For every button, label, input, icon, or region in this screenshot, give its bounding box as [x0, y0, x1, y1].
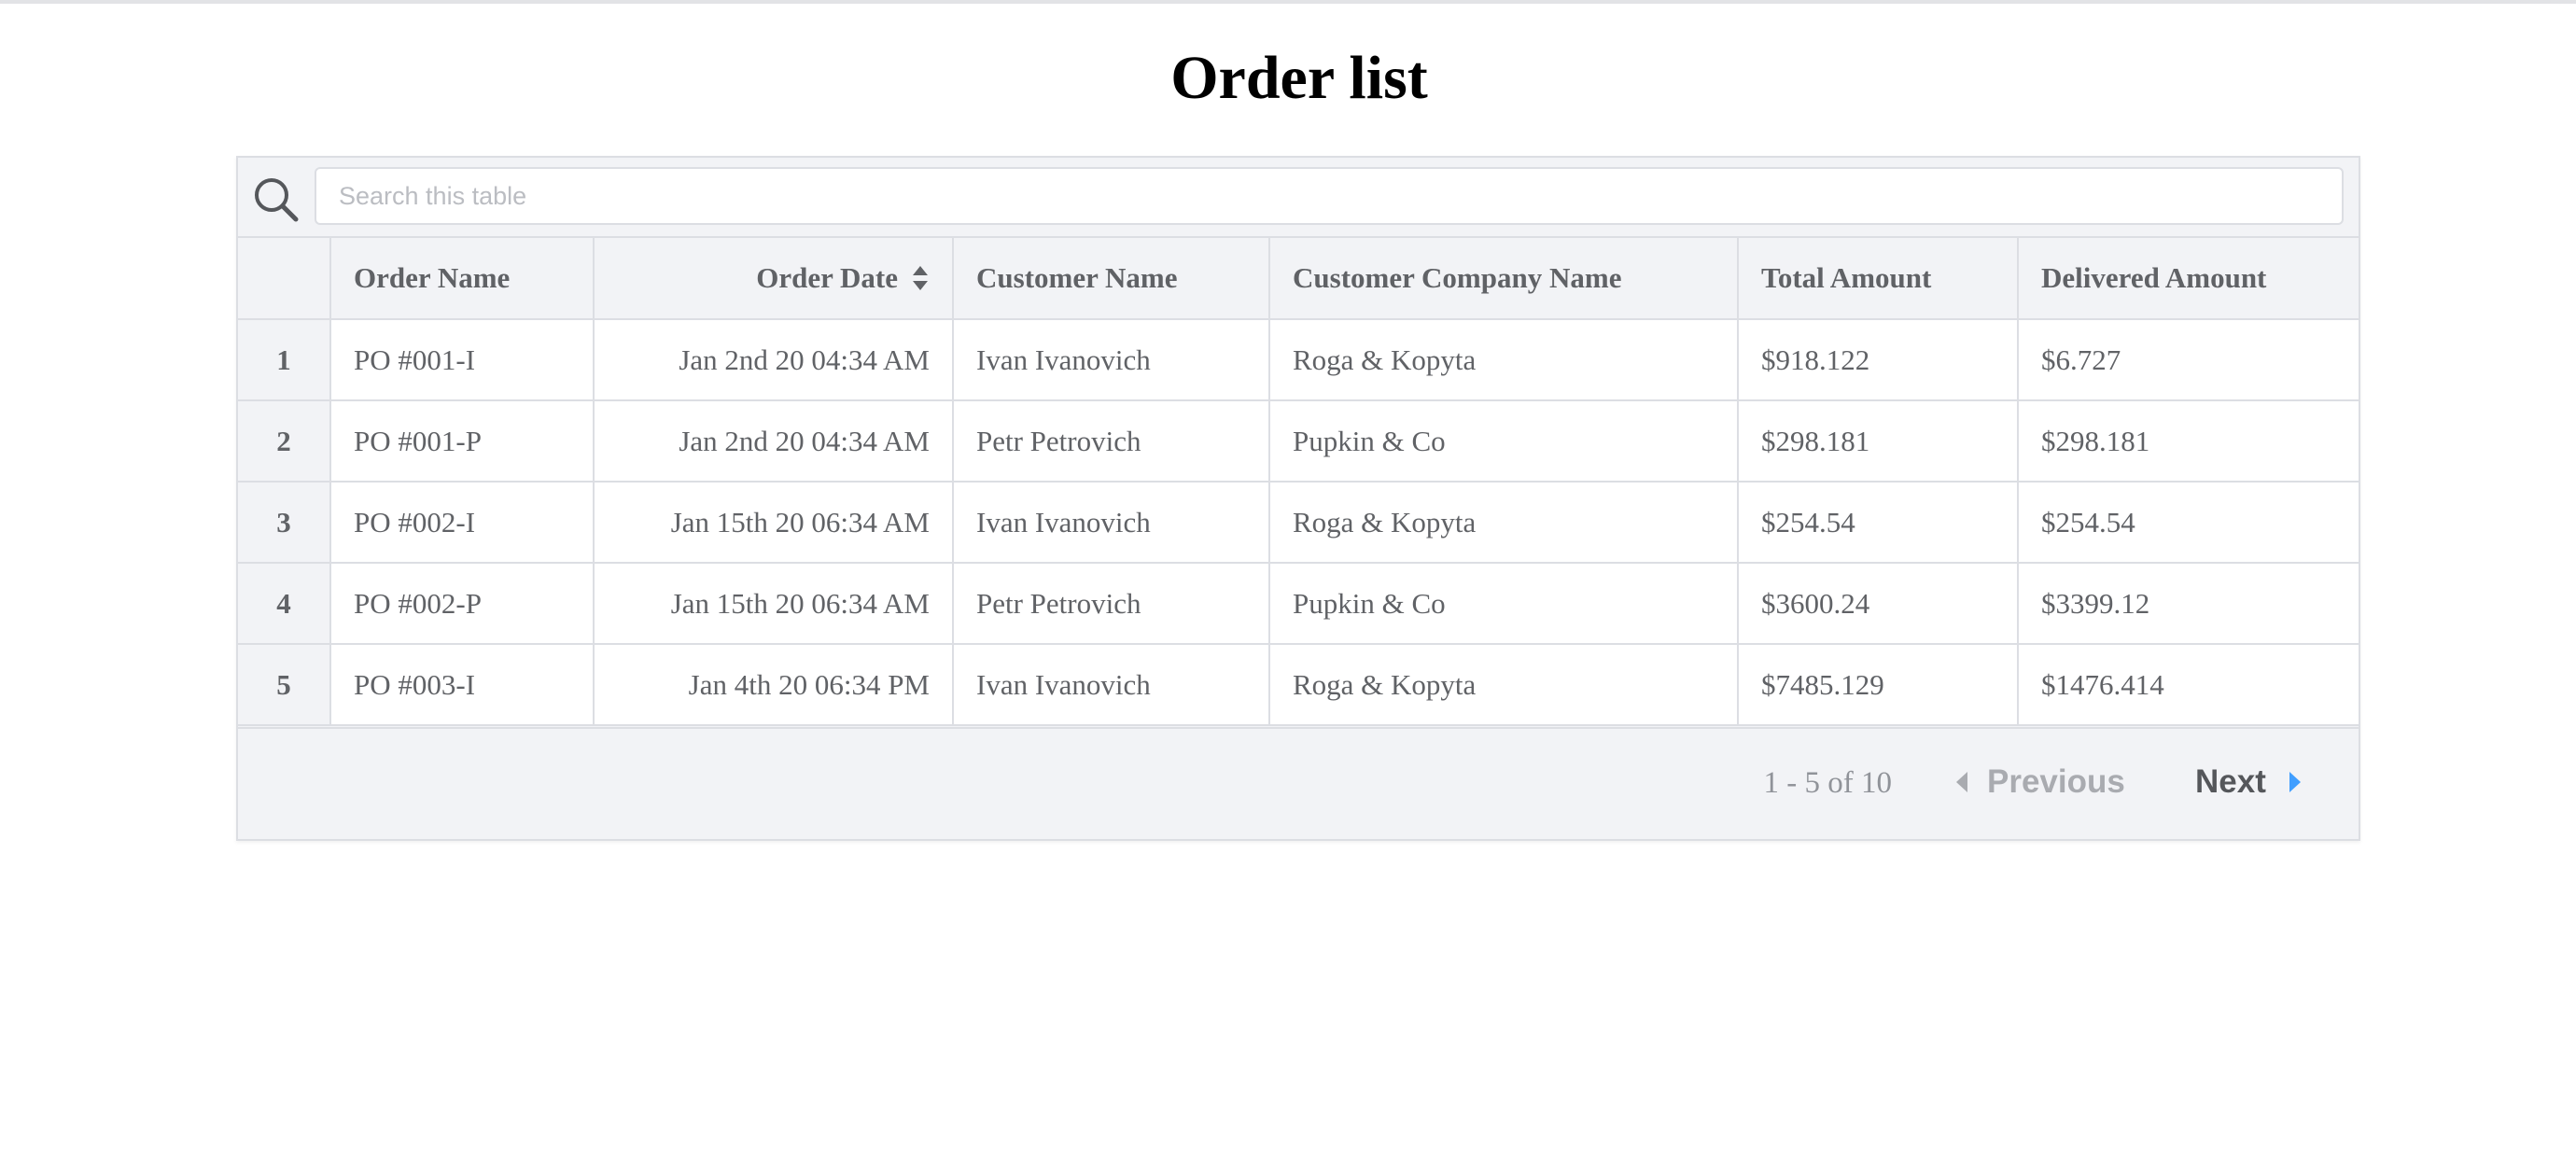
table-header-row: Order Name Order Date Customer Name Cust… [238, 236, 2359, 320]
column-header-label: Customer Company Name [1293, 261, 1622, 294]
next-button[interactable]: Next [2195, 759, 2302, 805]
delivered-amount-cell: $3399.12 [2017, 562, 2359, 645]
delivered-amount-cell: $298.181 [2017, 399, 2359, 483]
column-header-label: Delivered Amount [2041, 261, 2267, 294]
table-row[interactable]: 2 PO #001-P Jan 2nd 20 04:34 AM Petr Pet… [238, 399, 2359, 483]
row-index: 4 [238, 562, 331, 645]
sort-icon[interactable] [911, 264, 930, 292]
previous-button[interactable]: Previous [1955, 759, 2125, 805]
delivered-amount-cell: $254.54 [2017, 481, 2359, 564]
customer-name-cell: Petr Petrovich [952, 399, 1270, 483]
column-header-order-date[interactable]: Order Date [593, 236, 954, 320]
company-name-cell: Roga & Kopyta [1268, 643, 1739, 726]
total-amount-cell: $7485.129 [1737, 643, 2019, 726]
total-amount-cell: $254.54 [1737, 481, 2019, 564]
column-header-label: Customer Name [976, 261, 1178, 294]
row-index: 3 [238, 481, 331, 564]
customer-name-cell: Petr Petrovich [952, 562, 1270, 645]
table-row[interactable]: 1 PO #001-I Jan 2nd 20 04:34 AM Ivan Iva… [238, 318, 2359, 401]
column-header-index [238, 236, 331, 320]
customer-name-cell: Ivan Ivanovich [952, 481, 1270, 564]
column-header-label: Order Name [354, 261, 511, 294]
total-amount-cell: $918.122 [1737, 318, 2019, 401]
order-table: Order Name Order Date Customer Name Cust… [238, 236, 2359, 726]
previous-label: Previous [1987, 763, 2125, 800]
total-amount-cell: $3600.24 [1737, 562, 2019, 645]
chevron-right-icon [2289, 772, 2301, 792]
column-header-order-name[interactable]: Order Name [329, 236, 595, 320]
table-row[interactable]: 5 PO #003-I Jan 4th 20 06:34 PM Ivan Iva… [238, 643, 2359, 726]
order-date-cell: Jan 4th 20 06:34 PM [593, 643, 954, 726]
delivered-amount-cell: $6.727 [2017, 318, 2359, 401]
column-header-label: Total Amount [1761, 261, 1932, 294]
row-index: 1 [238, 318, 331, 401]
column-header-label: Order Date [756, 261, 898, 294]
pagination-footer: 1 - 5 of 10 Previous Next [238, 727, 2359, 839]
page-title: Order list [1170, 44, 1428, 112]
search-input[interactable] [315, 167, 2344, 225]
column-header-customer-name[interactable]: Customer Name [952, 236, 1270, 320]
order-date-cell: Jan 15th 20 06:34 AM [593, 562, 954, 645]
order-name-cell: PO #003-I [329, 643, 595, 726]
order-date-cell: Jan 2nd 20 04:34 AM [593, 399, 954, 483]
search-bar [238, 158, 2359, 236]
column-header-company-name[interactable]: Customer Company Name [1268, 236, 1739, 320]
column-header-total-amount[interactable]: Total Amount [1737, 236, 2019, 320]
order-name-cell: PO #002-I [329, 481, 595, 564]
top-divider [0, 0, 2576, 4]
next-label: Next [2195, 763, 2266, 800]
search-icon [255, 178, 299, 222]
company-name-cell: Pupkin & Co [1268, 562, 1739, 645]
order-date-cell: Jan 15th 20 06:34 AM [593, 481, 954, 564]
delivered-amount-cell: $1476.414 [2017, 643, 2359, 726]
order-table-card: Order Name Order Date Customer Name Cust… [236, 156, 2360, 841]
chevron-left-icon [1956, 772, 1967, 792]
order-name-cell: PO #001-P [329, 399, 595, 483]
order-date-cell: Jan 2nd 20 04:34 AM [593, 318, 954, 401]
company-name-cell: Roga & Kopyta [1268, 318, 1739, 401]
row-index: 2 [238, 399, 331, 483]
total-amount-cell: $298.181 [1737, 399, 2019, 483]
table-row[interactable]: 4 PO #002-P Jan 15th 20 06:34 AM Petr Pe… [238, 562, 2359, 645]
pagination-info: 1 - 5 of 10 [1763, 766, 1892, 800]
row-index: 5 [238, 643, 331, 726]
table-row[interactable]: 3 PO #002-I Jan 15th 20 06:34 AM Ivan Iv… [238, 481, 2359, 564]
column-header-delivered-amount[interactable]: Delivered Amount [2017, 236, 2359, 320]
company-name-cell: Roga & Kopyta [1268, 481, 1739, 564]
customer-name-cell: Ivan Ivanovich [952, 643, 1270, 726]
order-name-cell: PO #002-P [329, 562, 595, 645]
customer-name-cell: Ivan Ivanovich [952, 318, 1270, 401]
order-name-cell: PO #001-I [329, 318, 595, 401]
company-name-cell: Pupkin & Co [1268, 399, 1739, 483]
